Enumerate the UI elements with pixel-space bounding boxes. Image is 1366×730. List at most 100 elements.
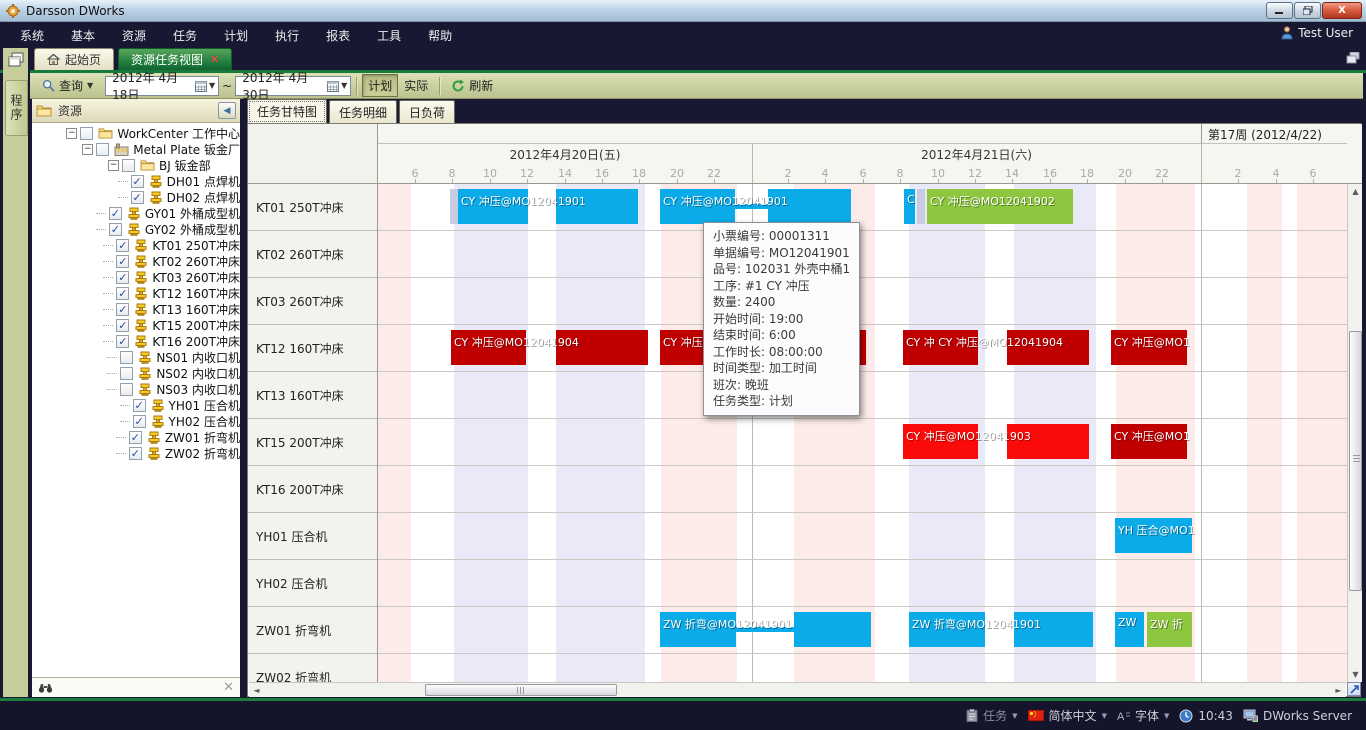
tree-item[interactable]: ✓KT12 160T冲床 bbox=[32, 285, 240, 301]
menu-item-资源[interactable]: 资源 bbox=[112, 23, 156, 48]
tree-checkbox[interactable]: ✓ bbox=[109, 223, 122, 236]
horizontal-scrollbar[interactable]: ◄ ► bbox=[249, 682, 1346, 697]
tree-item[interactable]: ✓DH01 点焊机 bbox=[32, 173, 240, 189]
view-tab-active[interactable]: 任务甘特图 bbox=[247, 99, 327, 124]
menu-item-帮助[interactable]: 帮助 bbox=[418, 23, 462, 48]
panel-collapse-button[interactable]: ◀ bbox=[218, 102, 236, 119]
tree-item[interactable]: −WorkCenter 工作中心 bbox=[32, 125, 240, 141]
doc-tab[interactable]: 起始页 bbox=[34, 48, 114, 70]
tree-item[interactable]: NS01 内收口机 bbox=[32, 349, 240, 365]
menu-item-执行[interactable]: 执行 bbox=[265, 23, 309, 48]
tree-checkbox[interactable]: ✓ bbox=[109, 207, 122, 220]
tree-checkbox[interactable]: ✓ bbox=[116, 271, 129, 284]
horizontal-scrollbar-thumb[interactable] bbox=[425, 684, 617, 696]
windows-stack-icon[interactable] bbox=[7, 52, 25, 68]
tree-checkbox[interactable]: ✓ bbox=[131, 175, 144, 188]
gantt-task-bar[interactable] bbox=[794, 612, 871, 647]
statusbar-item-flag[interactable]: 简体中文▼ bbox=[1028, 707, 1107, 724]
tree-item[interactable]: −BJ 钣金部 bbox=[32, 157, 240, 173]
tab-close-icon[interactable]: ✕ bbox=[210, 53, 219, 66]
tree-item[interactable]: ✓KT01 250T冲床 bbox=[32, 237, 240, 253]
tree-expander-icon[interactable]: − bbox=[108, 160, 119, 171]
tree-item[interactable]: ✓ZW02 折弯机 bbox=[32, 445, 240, 461]
tree-checkbox[interactable] bbox=[96, 143, 109, 156]
menu-item-报表[interactable]: 报表 bbox=[316, 23, 360, 48]
date-from-dropdown-arrow[interactable]: ▼ bbox=[209, 81, 215, 90]
gantt-task-bar[interactable] bbox=[450, 189, 458, 224]
tab-list-icon[interactable] bbox=[1346, 52, 1360, 64]
menu-item-任务[interactable]: 任务 bbox=[163, 23, 207, 48]
menu-item-基本[interactable]: 基本 bbox=[61, 23, 105, 48]
tree-checkbox[interactable] bbox=[120, 351, 133, 364]
menu-item-工具[interactable]: 工具 bbox=[367, 23, 411, 48]
vertical-scrollbar-thumb[interactable] bbox=[1349, 331, 1362, 591]
panel-close-icon[interactable]: ✕ bbox=[223, 680, 234, 695]
tree-item[interactable]: ✓GY02 外桶成型机 bbox=[32, 221, 240, 237]
tree-item[interactable]: ✓KT13 160T冲床 bbox=[32, 301, 240, 317]
restore-button[interactable] bbox=[1294, 2, 1321, 19]
doc-tab[interactable]: 资源任务视图✕ bbox=[118, 48, 232, 70]
tree-checkbox[interactable]: ✓ bbox=[116, 239, 129, 252]
tree-item[interactable]: ✓KT03 260T冲床 bbox=[32, 269, 240, 285]
refresh-button[interactable]: 刷新 bbox=[445, 74, 499, 97]
scroll-down-icon[interactable]: ▼ bbox=[1348, 667, 1363, 682]
scroll-jump-button[interactable] bbox=[1347, 682, 1361, 696]
menu-item-系统[interactable]: 系统 bbox=[10, 23, 54, 48]
tree-checkbox[interactable]: ✓ bbox=[133, 399, 146, 412]
tree-item[interactable]: −Metal Plate 钣金厂 bbox=[32, 141, 240, 157]
tree-item[interactable]: ✓YH01 压合机 bbox=[32, 397, 240, 413]
scroll-left-icon[interactable]: ◄ bbox=[249, 683, 264, 698]
tree-checkbox[interactable] bbox=[122, 159, 135, 172]
binoculars-search-icon[interactable] bbox=[38, 682, 53, 693]
view-tab-inactive[interactable]: 任务明细 bbox=[329, 100, 397, 124]
tree-expander-icon[interactable]: − bbox=[82, 144, 93, 155]
date-to-value: 2012年 4月30日 bbox=[242, 69, 323, 103]
dropdown-arrow-icon[interactable]: ▼ bbox=[1102, 712, 1107, 720]
query-button[interactable]: 查询 ▼ bbox=[36, 74, 99, 97]
tree-checkbox[interactable]: ✓ bbox=[116, 335, 129, 348]
dock-tab-program[interactable]: 程序 bbox=[5, 80, 28, 136]
calendar-icon[interactable] bbox=[327, 80, 339, 92]
view-tab-inactive[interactable]: 日负荷 bbox=[399, 100, 455, 124]
tree-checkbox[interactable] bbox=[120, 383, 133, 396]
actual-toggle-button[interactable]: 实际 bbox=[398, 74, 434, 97]
tree-checkbox[interactable]: ✓ bbox=[116, 287, 129, 300]
date-to-dropdown-arrow[interactable]: ▼ bbox=[341, 81, 347, 90]
gantt-task-bar[interactable] bbox=[917, 189, 925, 224]
statusbar-item-font[interactable]: A字体▼ bbox=[1117, 707, 1169, 724]
tree-expander-icon[interactable]: − bbox=[66, 128, 77, 139]
date-from-field[interactable]: 2012年 4月18日 ▼ bbox=[105, 76, 219, 96]
statusbar-item-clipboard[interactable]: 任务▼ bbox=[966, 707, 1017, 724]
scroll-up-icon[interactable]: ▲ bbox=[1348, 184, 1363, 199]
tree-checkbox[interactable]: ✓ bbox=[116, 319, 129, 332]
menu-item-计划[interactable]: 计划 bbox=[214, 23, 258, 48]
tree-item[interactable]: ✓KT15 200T冲床 bbox=[32, 317, 240, 333]
tree-checkbox[interactable]: ✓ bbox=[133, 415, 146, 428]
vertical-scrollbar[interactable]: ▲ ▼ bbox=[1347, 184, 1362, 682]
minimize-button[interactable] bbox=[1266, 2, 1293, 19]
tree-checkbox[interactable]: ✓ bbox=[116, 255, 129, 268]
tree-checkbox[interactable]: ✓ bbox=[129, 447, 142, 460]
calendar-icon[interactable] bbox=[195, 80, 207, 92]
tree-item[interactable]: NS02 内收口机 bbox=[32, 365, 240, 381]
tree-checkbox[interactable]: ✓ bbox=[129, 431, 142, 444]
dropdown-arrow-icon[interactable]: ▼ bbox=[1012, 712, 1017, 720]
tree-checkbox[interactable] bbox=[80, 127, 93, 140]
tree-item[interactable]: ✓KT16 200T冲床 bbox=[32, 333, 240, 349]
tree-item[interactable]: ✓DH02 点焊机 bbox=[32, 189, 240, 205]
close-button[interactable]: X bbox=[1322, 2, 1362, 19]
date-to-field[interactable]: 2012年 4月30日 ▼ bbox=[235, 76, 351, 96]
user-indicator[interactable]: Test User bbox=[1281, 26, 1353, 40]
tree-item[interactable]: ✓KT02 260T冲床 bbox=[32, 253, 240, 269]
tree-checkbox[interactable]: ✓ bbox=[131, 191, 144, 204]
tree-item[interactable]: NS03 内收口机 bbox=[32, 381, 240, 397]
plan-toggle-button[interactable]: 计划 bbox=[362, 74, 398, 97]
tree-checkbox[interactable] bbox=[120, 367, 133, 380]
tree-item[interactable]: ✓ZW01 折弯机 bbox=[32, 429, 240, 445]
tree-item[interactable]: ✓GY01 外桶成型机 bbox=[32, 205, 240, 221]
tree-checkbox[interactable]: ✓ bbox=[116, 303, 129, 316]
tree-item[interactable]: ✓YH02 压合机 bbox=[32, 413, 240, 429]
scroll-right-icon[interactable]: ► bbox=[1331, 683, 1346, 698]
dropdown-arrow-icon[interactable]: ▼ bbox=[1164, 712, 1169, 720]
query-dropdown-arrow[interactable]: ▼ bbox=[87, 81, 93, 90]
